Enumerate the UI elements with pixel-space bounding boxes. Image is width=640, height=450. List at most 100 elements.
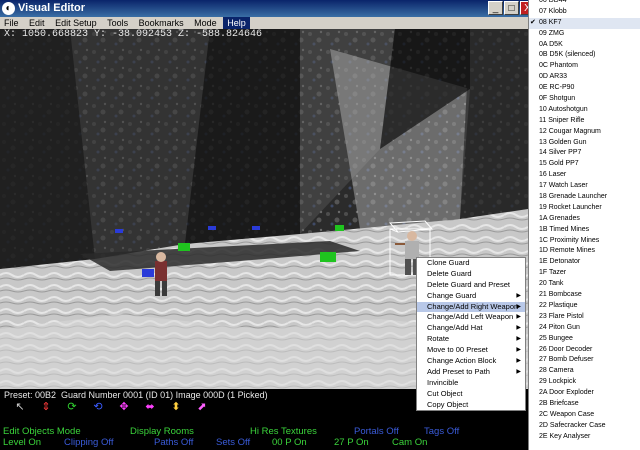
weapon-item-label: 0E RC-P90 xyxy=(539,84,575,92)
weapon-item[interactable]: 1A Grenades xyxy=(529,214,640,225)
weapon-item[interactable]: 22 Plastique xyxy=(529,301,640,312)
weapon-item[interactable]: 0C Phantom xyxy=(529,61,640,72)
move-up-down-icon[interactable]: ⬍ xyxy=(170,401,182,413)
status-portals[interactable]: Portals Off xyxy=(354,426,399,437)
ctx-invincible[interactable]: Invincible xyxy=(417,378,525,389)
weapon-item[interactable]: 0E RC-P90 xyxy=(529,83,640,94)
weapon-item[interactable]: 0A D5K xyxy=(529,40,640,51)
weapon-item[interactable]: 26 Door Decoder xyxy=(529,345,640,356)
status-hi-res[interactable]: Hi Res Textures xyxy=(250,426,317,437)
weapon-item[interactable]: 2B Briefcase xyxy=(529,399,640,410)
scale-icon[interactable]: ⬈ xyxy=(196,401,208,413)
ctx-move-to-preset[interactable]: Move to 00 Preset ▶ xyxy=(417,345,525,356)
menu-edit-setup[interactable]: Edit Setup xyxy=(51,17,101,29)
ctx-change-right-weapon[interactable]: Change/Add Right Weapon ▶ xyxy=(417,301,525,313)
weapon-item[interactable]: 1E Detonator xyxy=(529,257,640,268)
rotate-green-icon[interactable]: ⟳ xyxy=(66,401,78,413)
menu-help[interactable]: Help xyxy=(223,17,250,29)
weapon-item[interactable]: 1B Timed Mines xyxy=(529,225,640,236)
ctx-change-action-block[interactable]: Change Action Block ▶ xyxy=(417,356,525,367)
weapon-item[interactable]: 07 Klobb xyxy=(529,7,640,18)
weapon-item[interactable]: 21 Bombcase xyxy=(529,290,640,301)
maximize-button[interactable]: □ xyxy=(504,1,519,15)
weapon-item[interactable]: 14 Silver PP7 xyxy=(529,148,640,159)
weapon-item[interactable]: 16 Laser xyxy=(529,170,640,181)
weapon-item[interactable]: 10 Autoshotgun xyxy=(529,105,640,116)
weapon-item[interactable]: 29 Lockpick xyxy=(529,377,640,388)
weapon-item-label: 1B Timed Mines xyxy=(539,225,590,233)
weapon-item-label: 2C Weapon Case xyxy=(539,410,595,418)
weapon-item-label: 0B D5K (silenced) xyxy=(539,51,596,59)
ctx-cut-object[interactable]: Cut Object xyxy=(417,389,525,400)
menu-bookmarks[interactable]: Bookmarks xyxy=(135,17,188,29)
move-horizontal-icon[interactable]: ⬌ xyxy=(144,401,156,413)
weapon-item[interactable]: 15 Gold PP7 xyxy=(529,159,640,170)
weapon-item[interactable]: 28 Camera xyxy=(529,366,640,377)
weapon-item-label: 19 Rocket Launcher xyxy=(539,203,602,211)
weapon-item[interactable]: 0F Shotgun xyxy=(529,94,640,105)
guard-context-menu: Clone Guard Delete Guard Delete Guard an… xyxy=(416,257,526,412)
status-tags[interactable]: Tags Off xyxy=(424,426,459,437)
status-27p[interactable]: 27 P On xyxy=(334,437,369,448)
ctx-add-preset-to-path[interactable]: Add Preset to Path ▶ xyxy=(417,367,525,378)
status-level[interactable]: Level On xyxy=(3,437,41,448)
weapon-item[interactable]: 25 Bungee xyxy=(529,334,640,345)
weapon-item[interactable]: 2D Safecracker Case xyxy=(529,421,640,432)
ctx-rotate[interactable]: Rotate ▶ xyxy=(417,334,525,345)
weapon-item[interactable]: 2C Weapon Case xyxy=(529,410,640,421)
weapon-item[interactable]: 11 Sniper Rifle xyxy=(529,116,640,127)
weapon-item[interactable]: 18 Grenade Launcher xyxy=(529,192,640,203)
app-icon: ◐ xyxy=(2,2,15,15)
weapon-item-label: 10 Autoshotgun xyxy=(539,105,588,113)
weapon-item[interactable]: 09 ZMG xyxy=(529,29,640,40)
ctx-change-hat[interactable]: Change/Add Hat ▶ xyxy=(417,323,525,334)
weapon-item[interactable]: 27 Bomb Defuser xyxy=(529,355,640,366)
status-display-rooms[interactable]: Display Rooms xyxy=(130,426,194,437)
weapon-item[interactable]: ✔ 08 KF7 xyxy=(529,17,640,29)
menu-edit[interactable]: Edit xyxy=(25,17,49,29)
weapon-item[interactable]: 2A Door Exploder xyxy=(529,388,640,399)
weapon-item-label: 21 Bombcase xyxy=(539,291,582,299)
status-00p[interactable]: 00 P On xyxy=(272,437,307,448)
weapon-item-label: 0F Shotgun xyxy=(539,95,576,103)
weapon-item[interactable]: 19 Rocket Launcher xyxy=(529,203,640,214)
rotate-blue-icon[interactable]: ⟲ xyxy=(92,401,104,413)
ctx-delete-guard-preset[interactable]: Delete Guard and Preset xyxy=(417,280,525,291)
weapon-item[interactable]: 12 Cougar Magnum xyxy=(529,127,640,138)
weapon-item[interactable]: 1D Remote Mines xyxy=(529,246,640,257)
weapon-item-label: 2B Briefcase xyxy=(539,399,579,407)
status-edit-mode[interactable]: Edit Objects Mode xyxy=(3,426,81,437)
minimize-button[interactable]: _ xyxy=(488,1,503,15)
weapon-item-label: 22 Plastique xyxy=(539,301,578,309)
status-clipping[interactable]: Clipping Off xyxy=(64,437,113,448)
ctx-label: Change/Add Right Weapon xyxy=(427,301,519,311)
weapon-item[interactable]: 0B D5K (silenced) xyxy=(529,50,640,61)
move-vertical-icon[interactable]: ⇕ xyxy=(40,401,52,413)
weapon-item[interactable]: 0D AR33 xyxy=(529,72,640,83)
weapon-item[interactable]: 1F Tazer xyxy=(529,268,640,279)
ctx-copy-object[interactable]: Copy Object xyxy=(417,400,525,411)
status-paths[interactable]: Paths Off xyxy=(154,437,193,448)
menu-mode[interactable]: Mode xyxy=(190,17,221,29)
ctx-label: Move to 00 Preset xyxy=(427,345,488,355)
weapon-item[interactable]: 23 Flare Pistol xyxy=(529,312,640,323)
ctx-delete-guard[interactable]: Delete Guard xyxy=(417,269,525,280)
ctx-change-guard[interactable]: Change Guard ▶ xyxy=(417,291,525,302)
weapon-item[interactable]: 2E Key Analyser xyxy=(529,432,640,443)
weapon-item[interactable]: 13 Golden Gun xyxy=(529,138,640,149)
status-cam[interactable]: Cam On xyxy=(392,437,427,448)
weapon-item[interactable]: 20 Tank xyxy=(529,279,640,290)
status-sets[interactable]: Sets Off xyxy=(216,437,250,448)
move-all-icon[interactable]: ✥ xyxy=(118,401,130,413)
weapon-item[interactable]: 1C Proximity Mines xyxy=(529,236,640,247)
pointer-icon[interactable]: ↖ xyxy=(14,401,26,413)
weapon-item[interactable]: 24 Piton Gun xyxy=(529,323,640,334)
ctx-clone-guard[interactable]: Clone Guard xyxy=(417,258,525,269)
weapon-item-label: 07 Klobb xyxy=(539,7,567,15)
weapon-item[interactable]: 17 Watch Laser xyxy=(529,181,640,192)
weapon-item-label: 0D AR33 xyxy=(539,73,568,81)
ctx-change-left-weapon[interactable]: Change/Add Left Weapon ▶ xyxy=(417,312,525,323)
weapon-item[interactable]: 06 DD44 xyxy=(529,0,640,7)
menu-tools[interactable]: Tools xyxy=(103,17,132,29)
menu-file[interactable]: File xyxy=(0,17,23,29)
